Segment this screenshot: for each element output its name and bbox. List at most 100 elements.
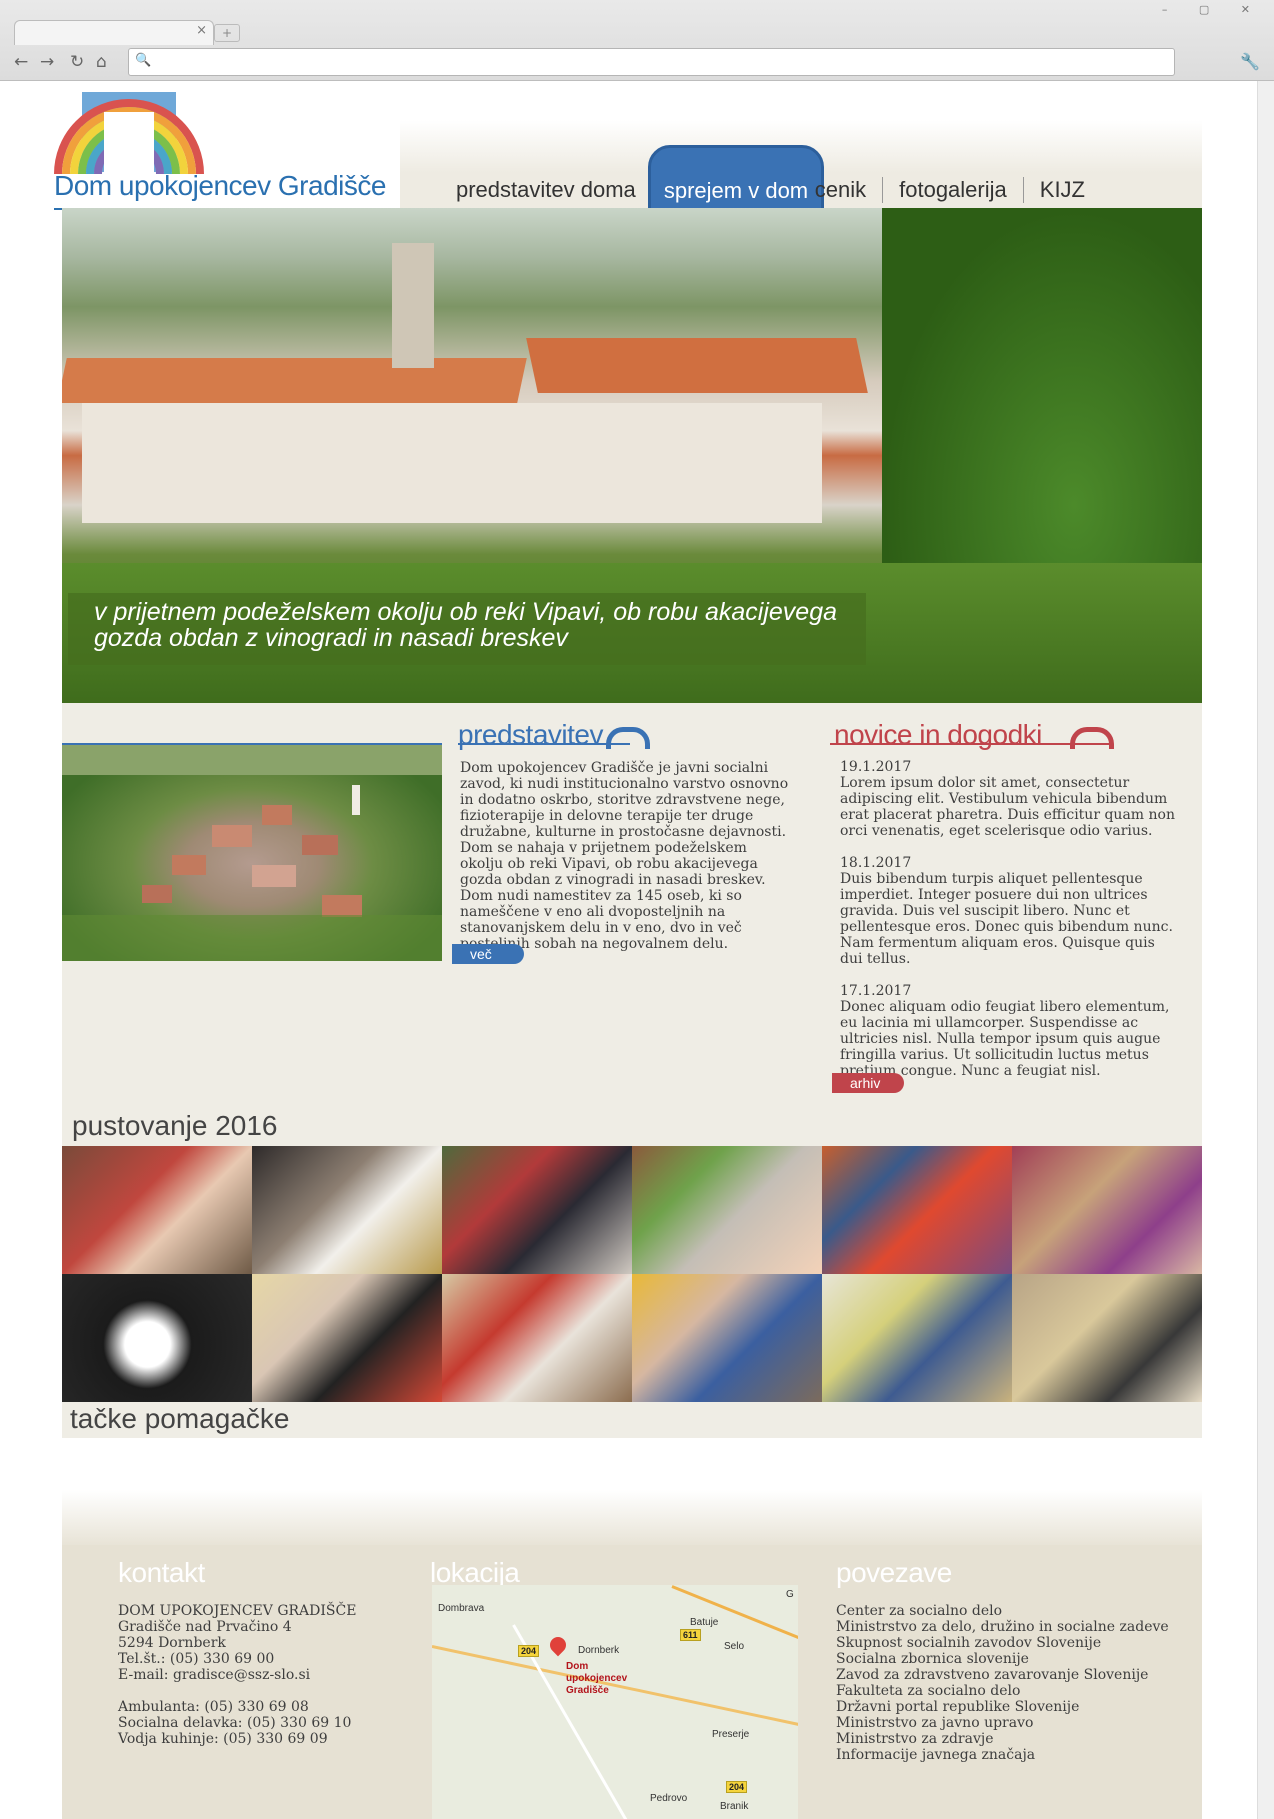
map-label: Dombrava <box>438 1603 485 1614</box>
gallery-title: pustovanje 2016 <box>72 1110 278 1141</box>
gallery-photo[interactable] <box>252 1274 442 1402</box>
scrollbar[interactable] <box>1257 81 1274 1819</box>
gallery-photo[interactable] <box>1012 1146 1202 1274</box>
map-label: Batuje <box>690 1617 719 1628</box>
predstavitev-title: predstavitev <box>458 719 603 750</box>
gallery-photo[interactable] <box>632 1274 822 1402</box>
povezave-link[interactable]: Ministrstvo za delo, družino in socialne… <box>836 1619 1176 1635</box>
hero-caption-text: v prijetnem podeželskem okolju ob reki V… <box>94 598 838 652</box>
nav-item-predstavitev-doma[interactable]: predstavitev doma <box>440 177 652 203</box>
nav-item-kijz[interactable]: KIJZ <box>1022 177 1101 203</box>
news-item[interactable]: 18.1.2017 Duis bibendum turpis aliquet p… <box>840 855 1180 967</box>
hero-roof <box>62 358 527 403</box>
kontakt-line: Socialna delavka: (05) 330 69 10 <box>118 1715 352 1731</box>
povezave-link[interactable]: Državni portal republike Slovenije <box>836 1699 1176 1715</box>
map-place-name: Dom upokojencev Gradišče <box>566 1661 628 1696</box>
povezave-link[interactable]: Center za socialno delo <box>836 1603 1176 1619</box>
povezave-list: Center za socialno delo Ministrstvo za d… <box>836 1603 1176 1763</box>
povezave-link[interactable]: Ministrstvo za zdravje <box>836 1731 1176 1747</box>
photo-gallery <box>62 1146 1202 1402</box>
hero-caption: v prijetnem podeželskem okolju ob reki V… <box>68 593 866 665</box>
kontakt-line: Tel.št.: (05) 330 69 00 <box>118 1651 275 1667</box>
gallery-photo[interactable] <box>442 1274 632 1402</box>
kontakt-line: 5294 Dornberk <box>118 1635 226 1651</box>
map-label: Preserje <box>712 1729 750 1740</box>
novice-title-line <box>830 743 1110 745</box>
hero-image: v prijetnem podeželskem okolju ob reki V… <box>62 208 1202 703</box>
map-label: Branik <box>720 1801 749 1812</box>
povezave-title: povezave <box>836 1557 952 1588</box>
search-icon: 🔍 <box>135 53 152 68</box>
site-logo[interactable]: Dom upokojencev Gradišče <box>54 90 394 210</box>
window-buttons[interactable]: – ▢ ✕ <box>1162 3 1264 16</box>
news-item[interactable]: 19.1.2017 Lorem ipsum dolor sit amet, co… <box>840 759 1180 839</box>
blue-arc-icon <box>606 727 650 749</box>
map-pin-icon[interactable] <box>546 1633 570 1657</box>
map-label: G <box>786 1589 794 1600</box>
red-arc-icon <box>1070 727 1114 749</box>
povezave-link[interactable]: Skupnost socialnih zavodov Slovenije <box>836 1635 1176 1651</box>
new-tab-button[interactable]: + <box>214 24 240 42</box>
map-label: Pedrovo <box>650 1793 688 1804</box>
location-map[interactable]: Dombrava Batuje Selo Dornberk Preserje P… <box>432 1585 798 1819</box>
map-road-shield: 611 <box>680 1629 701 1641</box>
kontakt-line: DOM UPOKOJENCEV GRADIŠČE <box>118 1603 357 1619</box>
kontakt-title: kontakt <box>118 1557 205 1588</box>
content-area: predstavitev Dom upokojencev Gradišče je… <box>62 703 1202 1438</box>
home-icon[interactable]: ⌂ <box>96 52 107 72</box>
back-icon[interactable]: ← <box>14 52 28 72</box>
news-item[interactable]: 17.1.2017 Donec aliquam odio feugiat lib… <box>840 983 1180 1079</box>
map-label: Dornberk <box>578 1645 620 1656</box>
news-text: Lorem ipsum dolor sit amet, consectetur … <box>840 775 1175 839</box>
reload-icon[interactable]: ↻ <box>70 52 84 72</box>
predstavitev-text: Dom upokojencev Gradišče je javni social… <box>460 760 789 952</box>
kontakt-block: DOM UPOKOJENCEV GRADIŠČE Gradišče nad Pr… <box>118 1603 438 1747</box>
gallery-photo[interactable] <box>252 1146 442 1274</box>
news-date: 19.1.2017 <box>840 759 912 775</box>
predstavitev-title-line <box>458 743 630 745</box>
browser-chrome: × + – ▢ ✕ ← → ↻ ⌂ 🔍 🔧 <box>0 0 1274 81</box>
gallery-photo[interactable] <box>62 1146 252 1274</box>
wrench-icon[interactable]: 🔧 <box>1240 52 1260 71</box>
hero-chimney <box>392 243 434 368</box>
gallery-photo[interactable] <box>822 1146 1012 1274</box>
povezave-link[interactable]: Informacije javnega značaja <box>836 1747 1176 1763</box>
rainbow-logo-icon <box>54 92 204 175</box>
povezave-link[interactable]: Zavod za zdravstveno zavarovanje Sloveni… <box>836 1667 1176 1683</box>
browser-tab[interactable]: × <box>14 20 214 45</box>
aerial-photo-art <box>62 745 442 961</box>
news-date: 18.1.2017 <box>840 855 912 871</box>
kontakt-line: Gradišče nad Prvačino 4 <box>118 1619 292 1635</box>
news-text: Donec aliquam odio feugiat libero elemen… <box>840 999 1170 1079</box>
novice-title: novice in dogodki <box>834 719 1042 750</box>
gallery-photo[interactable] <box>822 1274 1012 1402</box>
news-list: 19.1.2017 Lorem ipsum dolor sit amet, co… <box>840 759 1180 1095</box>
nav-item-cenik[interactable]: cenik <box>799 177 882 203</box>
gallery-photo[interactable] <box>442 1146 632 1274</box>
forward-icon[interactable]: → <box>40 52 54 72</box>
hero-roof <box>526 338 868 393</box>
nav-item-fotogalerija[interactable]: fotogalerija <box>882 177 1023 203</box>
kontakt-line <box>118 1683 438 1699</box>
logo-text: Dom upokojencev Gradišče <box>54 170 386 201</box>
kontakt-email[interactable]: E-mail: gradisce@ssz-slo.si <box>118 1667 438 1683</box>
address-bar[interactable]: 🔍 <box>128 48 1175 76</box>
tab-close-icon[interactable]: × <box>196 23 207 38</box>
kontakt-line: Vodja kuhinje: (05) 330 69 09 <box>118 1731 328 1747</box>
vec-button[interactable]: več <box>452 944 524 964</box>
povezave-link[interactable]: Socialna zbornica slovenije <box>836 1651 1176 1667</box>
povezave-link[interactable]: Fakulteta za socialno delo <box>836 1683 1176 1699</box>
gallery-photo[interactable] <box>632 1146 822 1274</box>
map-road-shield: 204 <box>518 1645 540 1657</box>
news-date: 17.1.2017 <box>840 983 912 999</box>
map-label: Selo <box>724 1641 745 1652</box>
news-text: Duis bibendum turpis aliquet pellentesqu… <box>840 871 1173 967</box>
povezave-link[interactable]: Ministrstvo za javno upravo <box>836 1715 1176 1731</box>
arhiv-button[interactable]: arhiv <box>832 1073 904 1093</box>
gallery-photo[interactable] <box>1012 1274 1202 1402</box>
gallery-photo[interactable] <box>62 1274 252 1402</box>
main-nav: predstavitev doma cenik fotogalerija KIJ… <box>440 172 1101 208</box>
gallery-caption: tačke pomagačke <box>70 1403 290 1434</box>
map-road-shield: 204 <box>726 1781 748 1793</box>
footer: kontakt DOM UPOKOJENCEV GRADIŠČE Gradišč… <box>62 1545 1202 1819</box>
